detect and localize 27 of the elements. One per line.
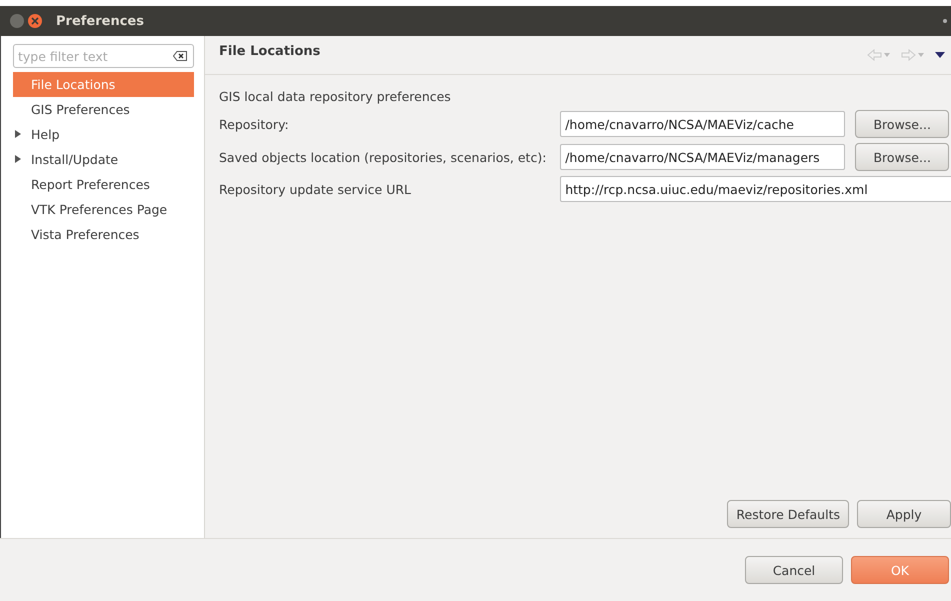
filter-field[interactable]: type filter text [13, 44, 194, 68]
cancel-button[interactable]: Cancel [745, 556, 843, 584]
tree-item[interactable]: Help [13, 122, 194, 147]
tree-item[interactable]: VTK Preferences Page [13, 197, 194, 222]
apply-button[interactable]: Apply [857, 500, 951, 528]
expand-icon[interactable] [14, 155, 22, 163]
tree-item[interactable]: GIS Preferences [13, 97, 194, 122]
expand-icon[interactable] [14, 130, 22, 138]
page-title: File Locations [219, 44, 320, 58]
field-label: Saved objects location (repositories, scenarios, etc): [219, 150, 548, 164]
dot-icon [943, 19, 947, 23]
clear-icon[interactable] [173, 51, 187, 61]
window-title: Preferences [56, 14, 145, 28]
description-text: GIS local data repository preferences [219, 89, 452, 104]
browse-button[interactable]: Browse... [855, 110, 950, 138]
restore-defaults-button[interactable]: Restore Defaults [727, 500, 849, 528]
tree-item[interactable]: Report Preferences [13, 172, 194, 197]
tree-item[interactable]: Install/Update [13, 147, 194, 172]
field-label: Repository: [219, 116, 290, 132]
field-label: Repository update service URL [219, 182, 412, 196]
path-field[interactable]: http://rcp.ncsa.uiuc.edu/maeviz/repositories.xml [560, 176, 951, 202]
menu-icon[interactable] [935, 51, 945, 59]
close-icon[interactable] [28, 14, 42, 28]
tree-item[interactable]: Vista Preferences [13, 222, 194, 247]
path-field[interactable]: /home/cnavarro/NCSA/MAEViz/managers [560, 144, 846, 170]
browse-button[interactable]: Browse... [855, 143, 950, 171]
path-field[interactable]: /home/cnavarro/NCSA/MAEViz/cache [560, 111, 846, 137]
